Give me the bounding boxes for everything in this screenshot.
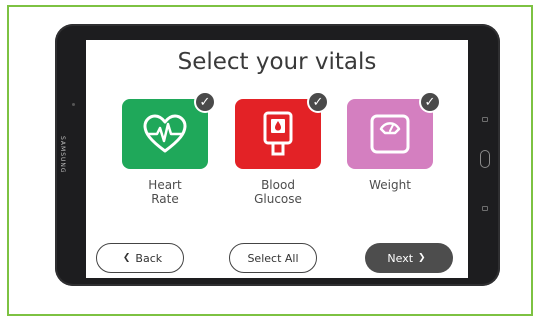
vital-option-blood-glucose[interactable]: ✓ Blood Glucose xyxy=(235,91,329,206)
scale-icon xyxy=(370,114,410,154)
vital-label-line2: Glucose xyxy=(254,192,302,206)
vital-label: Heart Rate xyxy=(122,178,208,206)
selected-check-icon: ✓ xyxy=(194,91,216,113)
selected-check-icon: ✓ xyxy=(307,91,329,113)
vital-tile[interactable]: ✓ xyxy=(235,91,329,169)
heart-rate-icon xyxy=(143,114,187,153)
camera-icon xyxy=(72,103,75,106)
recent-apps-icon xyxy=(482,117,488,122)
vital-label: Blood Glucose xyxy=(235,178,321,206)
back-key-icon xyxy=(482,206,488,211)
back-button-label: Back xyxy=(135,251,163,265)
device-brand: SAMSUNG xyxy=(59,136,66,174)
vital-label-line1: Blood xyxy=(261,178,295,192)
select-all-button-label: Select All xyxy=(247,251,299,265)
vital-label-line1: Heart xyxy=(148,178,182,192)
home-button[interactable] xyxy=(480,150,490,168)
vital-label-line2: Rate xyxy=(151,192,179,206)
glucose-meter-icon xyxy=(263,111,293,156)
next-button[interactable]: Next ❯ xyxy=(365,243,453,273)
chevron-right-icon: ❯ xyxy=(418,253,426,263)
selected-check-icon: ✓ xyxy=(419,91,441,113)
vital-label-line1: Weight xyxy=(369,178,411,192)
vital-option-weight[interactable]: ✓ Weight xyxy=(347,91,441,192)
select-all-button[interactable]: Select All xyxy=(229,243,317,273)
app-screen: Select your vitals ✓ Heart Rate ✓ Blood … xyxy=(86,40,468,278)
vital-label: Weight xyxy=(347,178,433,192)
back-button[interactable]: ❮ Back xyxy=(96,243,184,273)
vital-tile[interactable]: ✓ xyxy=(347,91,441,169)
vital-option-heart-rate[interactable]: ✓ Heart Rate xyxy=(122,91,216,206)
page-title: Select your vitals xyxy=(177,49,377,75)
chevron-left-icon: ❮ xyxy=(122,253,131,263)
vital-tile[interactable]: ✓ xyxy=(122,91,216,169)
next-button-label: Next xyxy=(387,251,414,265)
